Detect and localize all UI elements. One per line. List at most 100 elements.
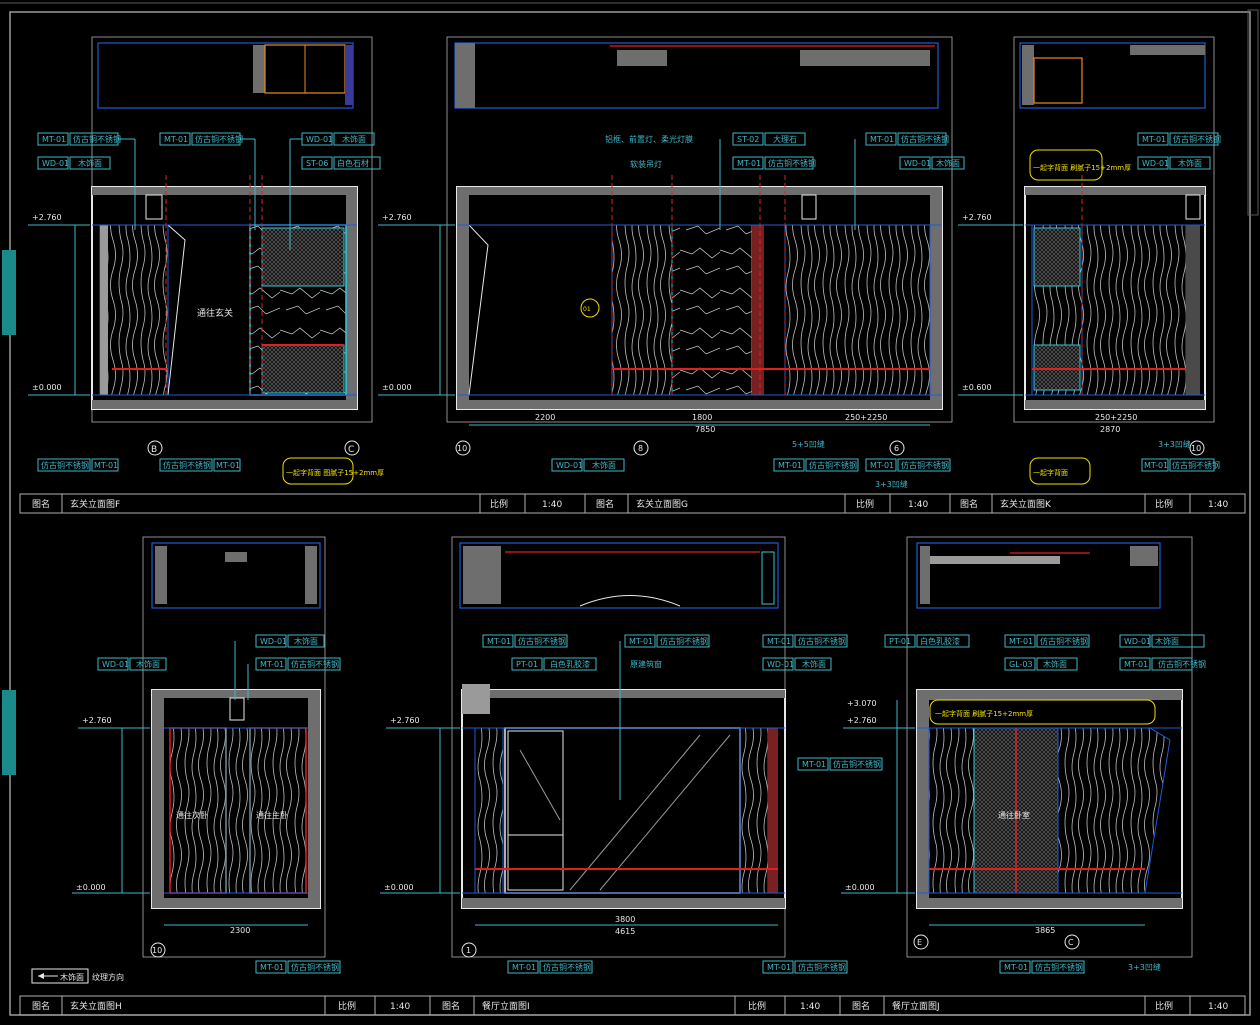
svg-text:8: 8 <box>638 444 643 453</box>
svg-text:仿古铜不锈钢: 仿古铜不锈钢 <box>1035 962 1083 972</box>
svg-text:01: 01 <box>583 306 591 313</box>
svg-text:1:40: 1:40 <box>908 500 928 510</box>
svg-text:C: C <box>1068 938 1074 947</box>
svg-text:仿古铜不锈钢: 仿古铜不锈钢 <box>1158 659 1206 669</box>
svg-text:餐厅立面图J: 餐厅立面图J <box>892 1000 940 1012</box>
note-F: 一起字背面 图腻子15+2mm厚 <box>286 468 384 477</box>
svg-text:仿古铜不锈钢: 仿古铜不锈钢 <box>195 134 243 144</box>
svg-text:仿古铜不锈钢: 仿古铜不锈钢 <box>1173 134 1221 144</box>
svg-text:5+5凹缝: 5+5凹缝 <box>792 439 825 449</box>
svg-text:MT-01: MT-01 <box>512 963 536 972</box>
svg-text:1:40: 1:40 <box>390 1002 410 1012</box>
levels-F: +2.760 ±0.000 <box>28 213 90 396</box>
svg-text:铝框、前置灯、柔光灯膜: 铝框、前置灯、柔光灯膜 <box>605 134 693 144</box>
svg-text:+2.760: +2.760 <box>382 213 412 222</box>
svg-text:MT-01: MT-01 <box>487 637 511 646</box>
svg-text:原建筑窗: 原建筑窗 <box>630 659 662 669</box>
svg-text:玄关立面图F: 玄关立面图F <box>70 498 120 510</box>
svg-text:比例: 比例 <box>490 498 508 510</box>
svg-text:PT-01: PT-01 <box>516 660 538 669</box>
svg-text:ST-06: ST-06 <box>306 159 328 168</box>
svg-text:WD-01: WD-01 <box>1124 637 1151 646</box>
svg-text:1:40: 1:40 <box>800 1002 820 1012</box>
svg-text:MT-01: MT-01 <box>737 159 761 168</box>
svg-text:GL-03: GL-03 <box>1009 660 1033 669</box>
svg-text:比例: 比例 <box>748 1000 766 1012</box>
left-tab-marker-2 <box>2 690 16 775</box>
svg-text:WD-01: WD-01 <box>42 159 69 168</box>
svg-text:比例: 比例 <box>856 498 874 510</box>
svg-text:木饰面: 木饰面 <box>136 659 160 669</box>
svg-text:+2.760: +2.760 <box>82 716 112 725</box>
svg-text:图名: 图名 <box>960 498 978 510</box>
svg-text:木饰面: 木饰面 <box>294 636 318 646</box>
svg-text:仿古铜不锈钢: 仿古铜不锈钢 <box>1040 636 1088 646</box>
svg-text:3+3凹缝: 3+3凹缝 <box>1158 439 1191 449</box>
svg-text:MT-01: MT-01 <box>778 461 802 470</box>
cad-drawing-sheet: 通往玄关 MT-01 仿古铜不锈钢 WD-01 木饰面 MT-01 仿古铜不锈钢… <box>0 2 1260 1016</box>
svg-text:2200: 2200 <box>535 413 555 422</box>
svg-text:WD-01: WD-01 <box>306 135 333 144</box>
svg-text:MT-01: MT-01 <box>1009 637 1033 646</box>
svg-text:10: 10 <box>152 946 162 955</box>
svg-text:MT-01: MT-01 <box>767 637 791 646</box>
svg-text:仿古铜不锈钢: 仿古铜不锈钢 <box>291 962 339 972</box>
title-bar-top: 图名 玄关立面图F 比例 1:40 图名 玄关立面图G 比例 1:40 图名 玄… <box>19 493 1246 514</box>
svg-text:餐厅立面图I: 餐厅立面图I <box>482 1000 530 1012</box>
svg-text:仿古铜不锈钢: 仿古铜不锈钢 <box>809 460 857 470</box>
svg-text:MT-01: MT-01 <box>767 963 791 972</box>
grain-direction-legend: 木饰面 纹理方向 <box>31 968 124 984</box>
svg-text:木饰面: 木饰面 <box>1155 636 1179 646</box>
svg-text:仿古铜不锈钢: 仿古铜不锈钢 <box>41 460 89 470</box>
svg-text:WD-01: WD-01 <box>1142 159 1169 168</box>
svg-text:仿古铜不锈钢: 仿古铜不锈钢 <box>1172 460 1220 470</box>
svg-text:3+3凹缝: 3+3凹缝 <box>1128 962 1161 972</box>
svg-text:MT-01: MT-01 <box>870 461 894 470</box>
door-left-text: 通往次卧 <box>176 810 208 820</box>
svg-text:图名: 图名 <box>852 1000 870 1012</box>
svg-text:3800: 3800 <box>615 915 635 924</box>
svg-text:±0.000: ±0.000 <box>76 883 106 892</box>
svg-text:图名: 图名 <box>32 1000 50 1012</box>
svg-text:+2.760: +2.760 <box>390 716 420 725</box>
elevation-H: 通往次卧 通往主卧 <box>151 689 321 909</box>
elevation-G: 01 <box>456 175 943 410</box>
elevation-K <box>1024 175 1206 410</box>
svg-text:1:40: 1:40 <box>1208 1002 1228 1012</box>
elevation-J: 通往卧室 一起字背面 刷腻子15+2mm厚 <box>916 689 1183 909</box>
svg-text:木饰面: 木饰面 <box>802 659 826 669</box>
svg-text:MT-01: MT-01 <box>1142 135 1166 144</box>
svg-text:MT-01: MT-01 <box>802 760 826 769</box>
svg-text:一起字背面: 一起字背面 <box>1033 468 1068 477</box>
svg-text:+2.760: +2.760 <box>847 716 877 725</box>
svg-text:±0.000: ±0.000 <box>32 383 62 392</box>
svg-text:仿古铜不锈钢: 仿古铜不锈钢 <box>518 636 566 646</box>
svg-text:1: 1 <box>466 946 471 955</box>
svg-text:白色乳胶漆: 白色乳胶漆 <box>920 636 960 646</box>
svg-text:MT-01: MT-01 <box>629 637 653 646</box>
svg-text:WD-01: WD-01 <box>102 660 129 669</box>
svg-text:MT-01: MT-01 <box>216 461 240 470</box>
svg-text:图名: 图名 <box>32 498 50 510</box>
svg-text:玄关立面图K: 玄关立面图K <box>1000 498 1052 510</box>
svg-text:ST-02: ST-02 <box>737 135 759 144</box>
svg-text:10: 10 <box>457 444 467 453</box>
svg-text:比例: 比例 <box>1155 498 1173 510</box>
svg-text:±0.000: ±0.000 <box>382 383 412 392</box>
svg-text:250+2250: 250+2250 <box>1095 413 1137 422</box>
svg-text:仿古铜不锈钢: 仿古铜不锈钢 <box>768 158 816 168</box>
svg-text:+2.760: +2.760 <box>962 213 992 222</box>
svg-text:木饰面: 木饰面 <box>592 460 616 470</box>
svg-text:仿古铜不锈钢: 仿古铜不锈钢 <box>833 759 881 769</box>
svg-text:仿古铜不锈钢: 仿古铜不锈钢 <box>163 460 211 470</box>
svg-text:MT-01: MT-01 <box>1144 461 1168 470</box>
svg-text:MT-01: MT-01 <box>260 660 284 669</box>
svg-text:±0.600: ±0.600 <box>962 383 992 392</box>
svg-text:B: B <box>151 445 157 455</box>
svg-text:10: 10 <box>1191 444 1201 453</box>
svg-text:MT-01: MT-01 <box>260 963 284 972</box>
svg-text:WD-01: WD-01 <box>767 660 794 669</box>
svg-text:玄关立面图G: 玄关立面图G <box>636 498 688 510</box>
svg-text:7850: 7850 <box>695 425 715 434</box>
svg-text:木饰面: 木饰面 <box>60 972 84 982</box>
